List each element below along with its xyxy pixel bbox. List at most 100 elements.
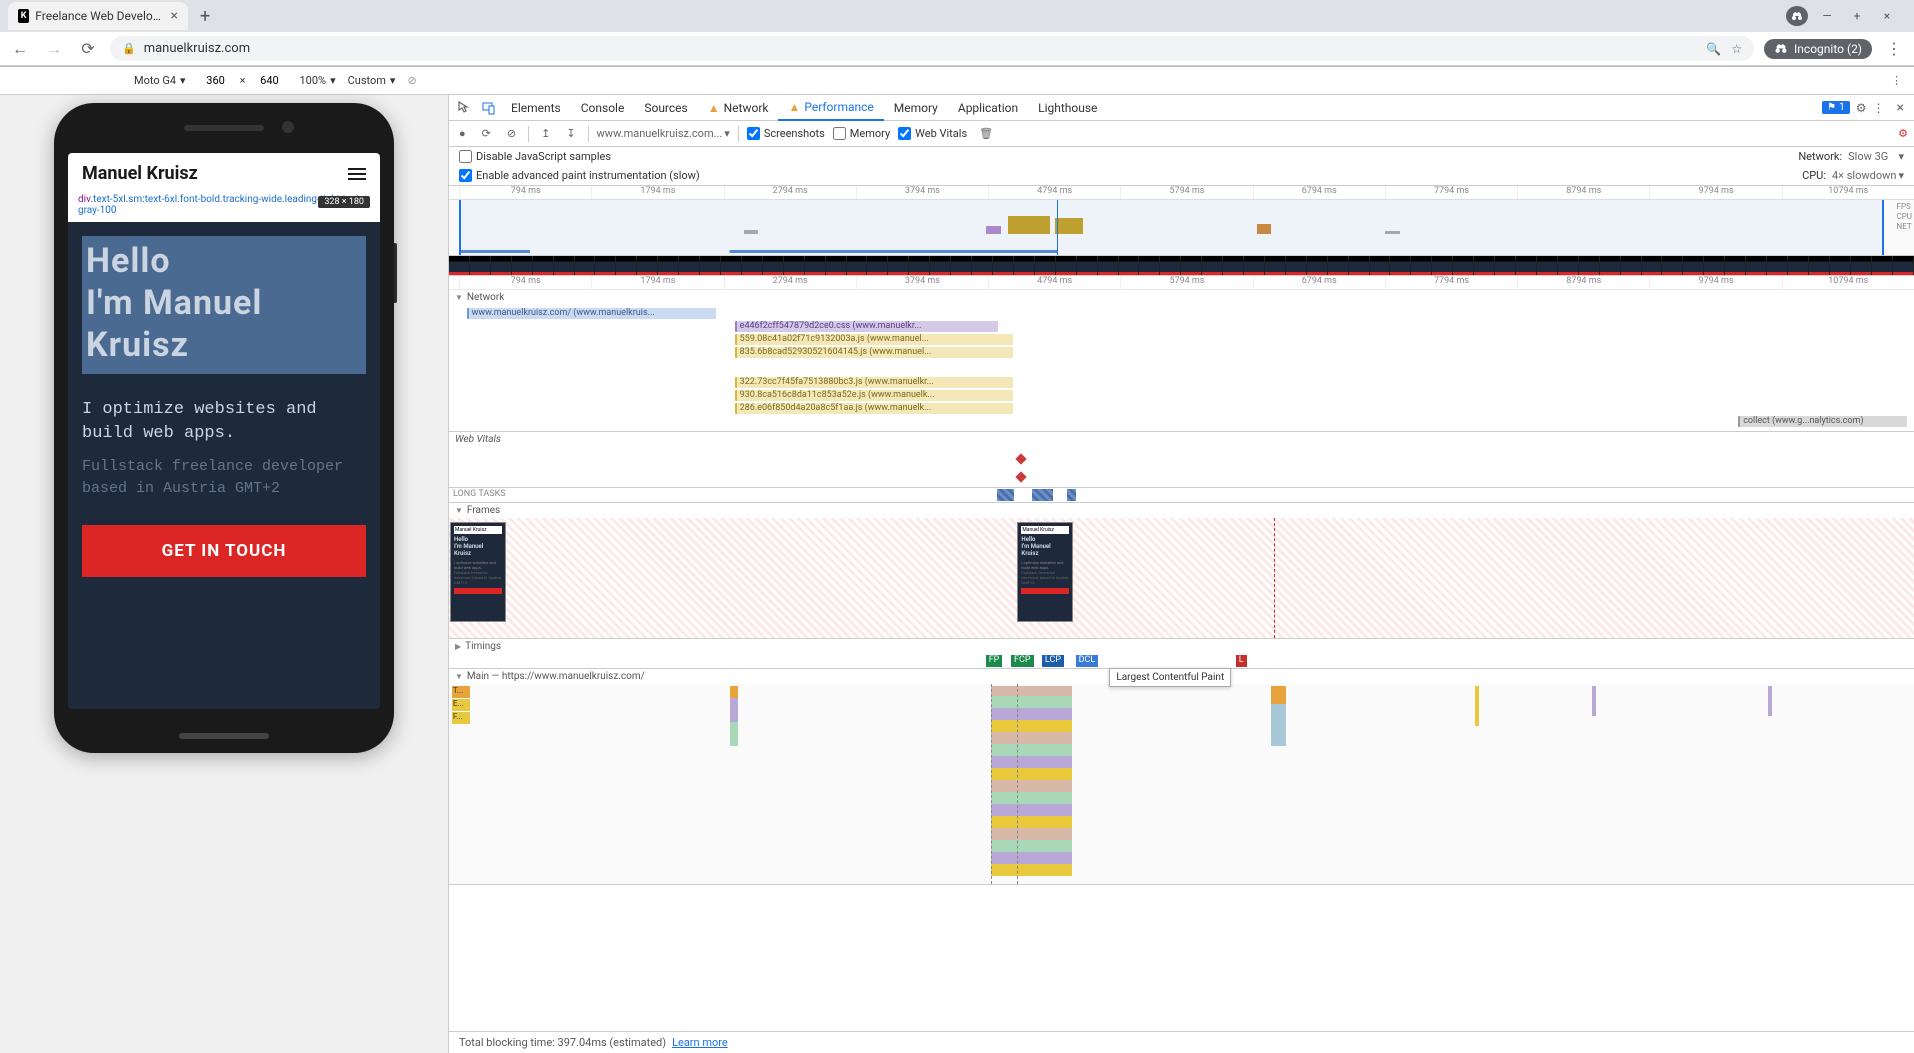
throttle-select[interactable]: Custom ▾ [348,74,396,87]
learn-more-link[interactable]: Learn more [672,1036,728,1049]
filmstrip[interactable] [449,256,1914,276]
network-request-bar[interactable]: 930.8ca516c8da11c853a52e.js (www.manuelk… [735,390,1013,401]
cpu-throttle-select[interactable]: 4× slowdown ▾ [1832,169,1904,182]
long-task-bar[interactable] [1032,489,1053,501]
url-input[interactable]: 🔒 manuelkruisz.com 🔍 ☆ [110,36,1754,61]
vital-marker[interactable] [1016,453,1027,464]
device-menu-button[interactable]: ⋮ [1891,74,1902,87]
perf-toolbar: ● ⟳ ⊘ ↥ ↧ www.manuelkruisz.com... ▾ Scre… [449,121,1914,147]
perf-settings-icon[interactable]: ⚙ [1898,127,1908,140]
bookmark-icon[interactable]: ☆ [1731,42,1742,56]
network-request-bar[interactable]: e446f2cff547879d2ce0.css (www.manuelkr..… [735,321,999,332]
network-throttle-select[interactable]: Slow 3G ▾ [1848,150,1904,163]
tab-performance[interactable]: ▲Performance [778,95,883,121]
close-icon[interactable]: × [171,8,178,24]
trash-icon[interactable]: 🗑 [975,125,997,142]
cta-button[interactable]: GET IN TOUCH [82,525,366,577]
tab-application[interactable]: Application [948,96,1028,120]
memory-checkbox[interactable]: Memory [833,127,890,140]
record-button[interactable]: ● [455,125,470,142]
device-mode-icon[interactable] [477,101,501,115]
main-flame-chart[interactable]: T... E... F... [449,684,1914,884]
forward-button[interactable]: → [42,37,66,61]
timing-badge-fp[interactable]: FP [986,655,1003,667]
long-tasks-row[interactable]: LONG TASKS [449,488,1914,502]
perf-options: Disable JavaScript samples Network: Slow… [449,147,1914,186]
section-header-timings[interactable]: Timings [449,639,507,654]
section-header-web-vitals[interactable]: Web Vitals [449,432,1914,447]
network-request-bar[interactable]: 286.e06f850d4a20a8c5f1aa.js (www.manuelk… [735,403,1013,414]
network-request-bar[interactable]: www.manuelkruisz.com/ (www.manuelkruis..… [467,308,716,319]
overview-selection[interactable] [459,200,1884,255]
tab-console[interactable]: Console [571,96,635,120]
zoom-icon[interactable]: 🔍 [1706,42,1721,56]
network-request-bar[interactable]: 835.6b8cad52930521604145.js (www.manuel.… [735,347,1013,358]
tab-sources[interactable]: Sources [634,96,697,120]
device-width-input[interactable] [198,74,234,87]
tab-lighthouse[interactable]: Lighthouse [1028,96,1107,120]
section-header-frames[interactable]: Frames [449,503,1914,518]
new-tab-button[interactable]: + [192,6,218,27]
timeline-ruler-main[interactable]: 794 ms1794 ms2794 ms3794 ms4794 ms5794 m… [449,276,1914,290]
timing-badge-fcp[interactable]: FCP [1011,655,1034,667]
phone-side-button [394,243,397,303]
issues-badge[interactable]: ⚑1 [1822,101,1850,114]
section-header-network[interactable]: Network [449,290,1914,305]
close-icon[interactable]: × [1891,100,1910,116]
phone-camera [282,121,294,133]
reload-record-button[interactable]: ⟳ [478,125,495,142]
timings-row[interactable]: Largest Contentful Paint FPFCPLCPDCLL [449,654,1854,668]
enable-paint-checkbox[interactable]: Enable advanced paint instrumentation (s… [459,169,700,182]
screenshots-checkbox[interactable]: Screenshots [747,127,825,140]
long-task-bar[interactable] [997,489,1015,501]
tab-elements[interactable]: Elements [501,96,571,120]
back-button[interactable]: ← [8,37,32,61]
timing-badge-l[interactable]: L [1236,655,1247,667]
minimize-icon[interactable]: — [1816,6,1838,26]
zoom-select[interactable]: 100% ▾ [299,74,335,87]
network-request-bar[interactable]: 322.73cc7f45fa7513880bc3.js (www.manuelk… [735,377,1013,388]
network-rows[interactable]: www.manuelkruisz.com/ (www.manuelkruis..… [449,305,1914,431]
gear-icon[interactable]: ⚙ [1856,101,1867,115]
disable-js-checkbox[interactable]: Disable JavaScript samples [459,150,611,163]
inspect-icon[interactable] [453,101,477,115]
clear-button[interactable]: ⊘ [503,125,520,142]
hamburger-icon[interactable] [348,168,366,180]
maximize-icon[interactable]: + [1846,6,1868,26]
rotate-icon[interactable]: ⊘ [407,74,416,87]
tab-network[interactable]: ▲Network [698,96,779,120]
site-header: Manuel Kruisz [68,153,380,188]
timing-badge-lcp[interactable]: LCP [1042,655,1064,667]
window-close-icon[interactable]: × [1876,6,1898,26]
tab-memory[interactable]: Memory [884,96,948,120]
incognito-badge[interactable]: Incognito (2) [1764,39,1872,59]
timeline[interactable]: 794 ms1794 ms2794 ms3794 ms4794 ms5794 m… [449,186,1914,1031]
save-button[interactable]: ↧ [562,125,579,142]
network-request-bar[interactable]: 559.08c41a02f71c9132003a.js (www.manuel.… [735,334,1013,345]
browser-menu-button[interactable]: ⋮ [1882,37,1906,61]
phone-home-bar [179,733,269,739]
frame-thumbnail[interactable]: Manuel Kruisz HelloI'm ManuelKruisz I op… [450,522,506,622]
network-request-bar[interactable]: collect (www.g...nalytics.com) [1738,416,1906,427]
perf-footer: Total blocking time: 397.04ms (estimated… [449,1031,1914,1053]
recording-select[interactable]: www.manuelkruisz.com... ▾ [597,127,730,140]
device-height-input[interactable] [251,74,287,87]
load-button[interactable]: ↥ [537,125,554,142]
chevron-down-icon: ▾ [330,74,336,87]
browser-tab[interactable]: K Freelance Web Developer | Ma × [8,2,188,30]
more-icon[interactable]: ⋮ [1873,101,1885,115]
frames-body[interactable]: Manuel Kruisz HelloI'm ManuelKruisz I op… [449,518,1914,638]
vital-marker[interactable] [1016,471,1027,482]
timeline-ruler-overview[interactable]: 794 ms1794 ms2794 ms3794 ms4794 ms5794 m… [449,186,1914,200]
site-logo[interactable]: Manuel Kruisz [82,163,198,184]
device-toolbar: Moto G4 ▾ × 100% ▾ Custom ▾ ⊘ ⋮ [0,67,1914,95]
overview-labels: FPSCPUNET [1897,202,1912,231]
device-select[interactable]: Moto G4 ▾ [134,74,186,87]
long-task-bar[interactable] [1067,489,1076,501]
web-vitals-body[interactable] [449,447,1914,487]
web-vitals-checkbox[interactable]: Web Vitals [898,127,967,140]
reload-button[interactable]: ⟳ [76,37,100,61]
timing-badge-dcl[interactable]: DCL [1076,655,1099,667]
timeline-overview[interactable]: FPSCPUNET [449,200,1914,256]
frame-thumbnail[interactable]: Manuel Kruisz HelloI'm ManuelKruisz I op… [1017,522,1073,622]
